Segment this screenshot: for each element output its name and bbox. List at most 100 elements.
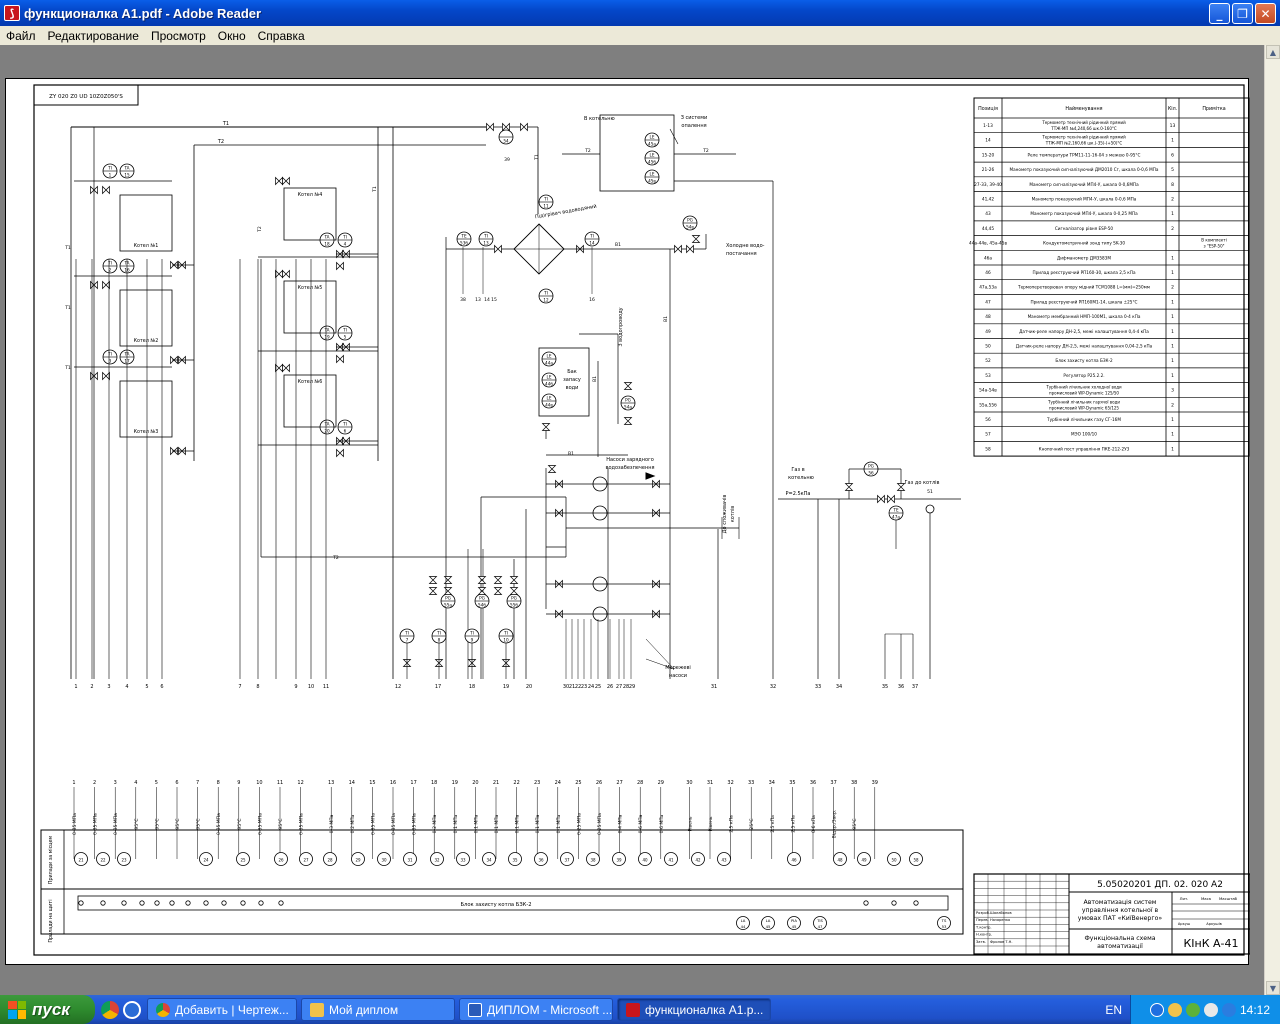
gauge-icon — [925, 504, 935, 514]
table-cell-name: МЭО 100/10 — [1071, 432, 1097, 437]
drawing-label: 15 — [124, 173, 130, 178]
panel-scale-label: 0-6 МПа — [638, 814, 644, 833]
panel-number: 32 — [727, 780, 733, 786]
line-number: 6 — [160, 684, 163, 690]
line-number: 25 — [595, 684, 601, 690]
table-cell-name: Прилад реєструючий РП160М1-14, шкала ±25… — [1031, 299, 1138, 304]
drawing-label: 44 — [741, 924, 746, 929]
tb-sheets: Аркушів — [1206, 922, 1221, 926]
pipe-label-t1: T1 — [64, 365, 71, 371]
terminal-dot — [258, 900, 264, 906]
task-pdf[interactable]: функционалка A1.p... — [617, 998, 771, 1021]
panel-instrument-text: 22 — [100, 858, 106, 863]
table-cell-pos: 55а,55б — [979, 402, 997, 408]
windows-flag-icon — [8, 1000, 26, 1019]
valve-icon — [686, 244, 694, 254]
arrow-icon[interactable] — [1149, 1002, 1164, 1017]
table-cell-qty: 1 — [1171, 211, 1174, 217]
panel-number: 29 — [658, 780, 664, 786]
language-indicator[interactable]: EN — [1105, 1003, 1122, 1017]
panel-instrument-text: 23 — [121, 858, 127, 863]
update-icon[interactable] — [1221, 1002, 1236, 1017]
valve-icon — [674, 244, 682, 254]
security-icon[interactable] — [1185, 1002, 1200, 1017]
drawing-label: TE — [460, 234, 467, 239]
drawing-label: 47 — [818, 924, 823, 929]
panel-scale-label: 0-1 МПа — [453, 814, 459, 833]
table-cell-qty: 1 — [1171, 358, 1174, 364]
panel-number: 23 — [534, 780, 540, 786]
table-cell-qty: 2 — [1171, 226, 1174, 232]
panel-number: 36 — [810, 780, 816, 786]
line-number: 29 — [629, 684, 635, 690]
drawing-label: 20 — [324, 429, 330, 434]
drawing-label: 13 — [483, 241, 489, 246]
close-button[interactable]: ✕ — [1255, 3, 1276, 24]
task-word[interactable]: ДИПЛОМ - Microsoft ... — [459, 998, 613, 1021]
drawing-label: LE — [547, 396, 552, 401]
maximize-button[interactable]: ❐ — [1232, 3, 1253, 24]
valve-icon — [275, 363, 283, 373]
panel-number: 13 — [328, 780, 334, 786]
line-number: 18 — [469, 684, 475, 690]
table-cell-qty: 2 — [1171, 197, 1174, 203]
panel-instrument-text: 41 — [668, 858, 674, 863]
valve-icon — [443, 587, 453, 595]
valve-icon — [896, 483, 906, 491]
boiler-label: Котел №6 — [298, 379, 323, 385]
drawing-label: TI — [589, 234, 594, 239]
pumps-label: водозабезпечення — [606, 465, 655, 471]
drawing-label: LE — [547, 354, 552, 359]
panel-instrument-text: 43 — [721, 858, 727, 863]
table-cell-qty: 1 — [1171, 446, 1174, 452]
drawing-label: TI — [107, 166, 112, 171]
menu-file[interactable]: Файл — [0, 29, 42, 43]
table-cell-qty: 1 — [1171, 270, 1174, 276]
menu-view[interactable]: Просмотр — [145, 29, 212, 43]
table-header: Кіл. — [1168, 106, 1177, 112]
panel-scale-label: 0-25 МПа — [597, 813, 603, 835]
panel-number: 7 — [196, 780, 199, 786]
scroll-up-icon[interactable]: ▲ — [1266, 45, 1280, 59]
task-folder[interactable]: Мой диплом — [301, 998, 455, 1021]
start-button[interactable]: пуск — [0, 995, 95, 1024]
menu-edit[interactable]: Редактирование — [42, 29, 145, 43]
valve-icon — [623, 382, 633, 390]
drawing-label: 5 — [344, 335, 347, 340]
menu-window[interactable]: Окно — [212, 29, 252, 43]
vertical-scrollbar[interactable]: ▲ ▼ — [1264, 45, 1280, 995]
volume-icon[interactable] — [1203, 1002, 1218, 1017]
network-icon[interactable] — [1167, 1002, 1182, 1017]
panel-scale-label: Рівень — [687, 816, 693, 831]
chrome-icon[interactable] — [101, 1000, 119, 1019]
terminal-dot — [221, 900, 227, 906]
panel-number: 35 — [789, 780, 795, 786]
media-player-icon[interactable] — [123, 1000, 141, 1019]
valve-icon — [486, 122, 494, 132]
panel-number: 10 — [256, 780, 262, 786]
panel-instrument-text: 40 — [642, 858, 648, 863]
line-number: 19 — [503, 684, 509, 690]
line-number: 36 — [898, 684, 904, 690]
boiler-label: Котел №2 — [134, 338, 159, 344]
document-title: Автоматизація систем — [1084, 898, 1157, 906]
task-chrome[interactable]: Добавить | Чертеж... — [147, 998, 297, 1021]
minimize-button[interactable]: _ — [1209, 3, 1230, 24]
tb-col: Лит. — [1180, 896, 1189, 901]
pipe-label-t2: T2 — [332, 555, 339, 561]
terminal-dot — [891, 900, 897, 906]
line-number: 2 — [90, 684, 93, 690]
line-number: 12 — [395, 684, 401, 690]
row-panel-label: Прилади на щиті — [48, 899, 54, 942]
menu-help[interactable]: Справка — [252, 29, 311, 43]
panel-number: 12 — [297, 780, 303, 786]
tank-label: Бак — [567, 369, 577, 375]
pdf-page: ZY 020 Z0 UD 10Z0Z050'S Позиція Найменуван… — [5, 78, 1250, 965]
terminal-dot — [78, 900, 84, 906]
panel-number: 2 — [93, 780, 96, 786]
water-supply-label: З водопроводу — [618, 307, 624, 346]
panel-number: 9 — [237, 780, 240, 786]
tb-name: Фролов Т.Н. — [990, 940, 1013, 944]
scroll-down-icon[interactable]: ▼ — [1266, 981, 1280, 995]
title-bar: ⟆ функционалка A1.pdf - Adobe Reader _ ❐… — [0, 0, 1280, 26]
